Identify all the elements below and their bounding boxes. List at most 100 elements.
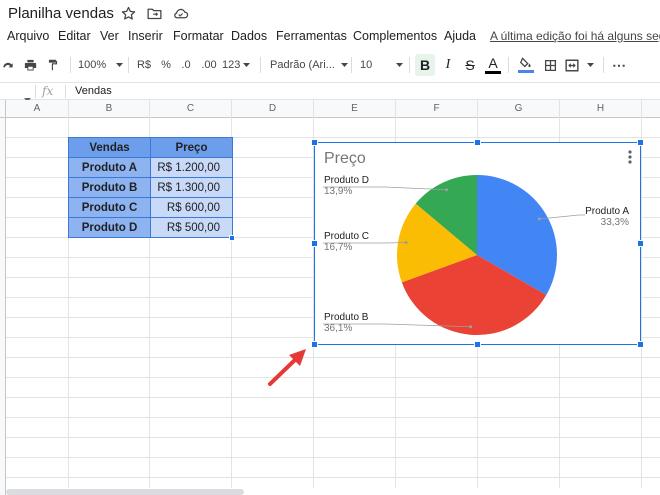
pie-chart[interactable]: Preço Produto A 33,3% Produto B 36,1% Pr… — [311, 139, 644, 348]
pie-leader-dot — [469, 325, 473, 329]
toolbar-divider — [351, 57, 352, 73]
paint-format-button[interactable] — [43, 52, 63, 78]
print-button[interactable] — [20, 52, 40, 78]
menu-inserir[interactable]: Inserir — [128, 29, 163, 43]
document-title[interactable]: Planilha vendas — [8, 5, 114, 22]
resize-handle-top-left[interactable] — [311, 139, 318, 146]
product-cell[interactable]: Produto D — [68, 217, 151, 238]
grid-line — [6, 477, 660, 478]
fill-color-swatch — [518, 70, 534, 73]
font-family-value: Padrão (Ari... — [270, 59, 335, 71]
column-header-g[interactable]: G — [478, 100, 560, 118]
merge-cells-button[interactable] — [565, 52, 597, 78]
font-family-select[interactable]: Padrão (Ari... — [270, 52, 348, 78]
more-options-button[interactable]: ⋯ — [610, 52, 628, 78]
increase-decimal-button[interactable]: .00 — [199, 52, 219, 78]
text-color-button[interactable]: A — [484, 52, 502, 78]
title-bar: Planilha vendas — [0, 0, 660, 26]
price-cell[interactable]: R$ 1.300,00 — [150, 177, 233, 198]
table-header-row: Vendas Preço — [68, 137, 233, 158]
product-cell[interactable]: Produto B — [68, 177, 151, 198]
toolbar-divider — [409, 57, 410, 73]
more-formats-label: 123 — [222, 59, 241, 71]
column-header-a[interactable]: A — [6, 100, 69, 118]
product-cell[interactable]: Produto C — [68, 197, 151, 218]
product-cell[interactable]: Produto A — [68, 157, 151, 178]
column-header-c[interactable]: C — [150, 100, 232, 118]
column-headers: A B C D E F G H — [0, 100, 660, 118]
text-color-letter: A — [488, 55, 498, 71]
column-header-e[interactable]: E — [314, 100, 396, 118]
menu-arquivo[interactable]: Arquivo — [7, 29, 49, 43]
column-header-h[interactable]: H — [560, 100, 642, 118]
formula-input[interactable]: Vendas — [75, 85, 112, 97]
toolbar-divider — [260, 57, 261, 73]
column-header-f[interactable]: F — [396, 100, 478, 118]
bold-button[interactable]: B — [415, 54, 435, 76]
pie-leader-dot — [445, 188, 449, 192]
grid-line — [6, 437, 660, 438]
resize-handle-left[interactable] — [311, 240, 318, 247]
cloud-status-icon[interactable] — [172, 5, 189, 22]
menu-ver[interactable]: Ver — [100, 29, 119, 43]
borders-button[interactable] — [541, 52, 559, 78]
resize-handle-bottom-right[interactable] — [637, 341, 644, 348]
header-cell-vendas[interactable]: Vendas — [68, 137, 151, 158]
header-cell-preco[interactable]: Preço — [150, 137, 233, 158]
percent-button[interactable]: % — [158, 52, 174, 78]
resize-handle-bottom-left[interactable] — [311, 341, 318, 348]
zoom-select[interactable]: 100% — [78, 52, 124, 78]
chevron-down-icon — [587, 63, 594, 67]
grid-line — [6, 417, 660, 418]
menu-bar: Arquivo Editar Ver Inserir Formatar Dado… — [0, 27, 660, 47]
slice-label-produto-a: Produto A — [585, 206, 629, 217]
text-color-swatch — [485, 71, 501, 74]
redo-button[interactable] — [0, 52, 16, 78]
menu-dados[interactable]: Dados — [231, 29, 267, 43]
table-row: Produto A R$ 1.200,00 — [68, 157, 233, 178]
menu-ajuda[interactable]: Ajuda — [444, 29, 476, 43]
slice-percent-produto-d: 13,9% — [324, 186, 353, 197]
chart-title[interactable]: Preço — [324, 150, 366, 168]
decrease-decimal-button[interactable]: .0 — [177, 52, 195, 78]
toolbar-divider — [128, 57, 129, 73]
slice-percent-produto-a: 33,3% — [600, 217, 629, 228]
resize-handle-top[interactable] — [474, 139, 481, 146]
toolbar-divider — [508, 57, 509, 73]
grid-line — [6, 457, 660, 458]
move-to-folder-icon[interactable] — [146, 5, 163, 22]
toolbar-divider — [70, 57, 71, 73]
title-icons — [120, 5, 189, 22]
fill-color-icon — [519, 57, 533, 69]
pie-leader-dot — [537, 217, 541, 221]
resize-handle-top-right[interactable] — [637, 139, 644, 146]
resize-handle-right[interactable] — [637, 240, 644, 247]
star-icon[interactable] — [120, 5, 137, 22]
menu-complementos[interactable]: Complementos — [353, 29, 437, 43]
merge-cells-icon — [565, 59, 579, 72]
horizontal-scrollbar[interactable] — [6, 489, 244, 495]
strikethrough-button[interactable]: S — [462, 52, 478, 78]
fill-color-button[interactable] — [515, 52, 537, 78]
print-icon — [23, 58, 38, 73]
price-cell[interactable]: R$ 500,00 — [150, 217, 233, 238]
column-header-d[interactable]: D — [232, 100, 314, 118]
resize-handle-bottom[interactable] — [474, 341, 481, 348]
paint-format-icon — [46, 58, 60, 72]
more-formats-button[interactable]: 123 — [222, 52, 254, 78]
pie-leader-dot — [404, 240, 408, 244]
formula-divider — [65, 85, 66, 98]
currency-button[interactable]: R$ — [134, 52, 154, 78]
menu-formatar[interactable]: Formatar — [173, 29, 224, 43]
price-cell[interactable]: R$ 1.200,00 — [150, 157, 233, 178]
price-cell[interactable]: R$ 600,00 — [150, 197, 233, 218]
menu-ferramentas[interactable]: Ferramentas — [276, 29, 347, 43]
column-header-b[interactable]: B — [69, 100, 150, 118]
italic-button[interactable]: I — [440, 52, 456, 78]
grid-line — [6, 377, 660, 378]
chart-menu-icon[interactable] — [628, 150, 632, 169]
menu-editar[interactable]: Editar — [58, 29, 91, 43]
last-edit-link[interactable]: A última edição foi há alguns seg — [490, 29, 660, 43]
selection-fill-handle[interactable] — [229, 235, 235, 241]
font-size-select[interactable]: 10 — [360, 52, 406, 78]
